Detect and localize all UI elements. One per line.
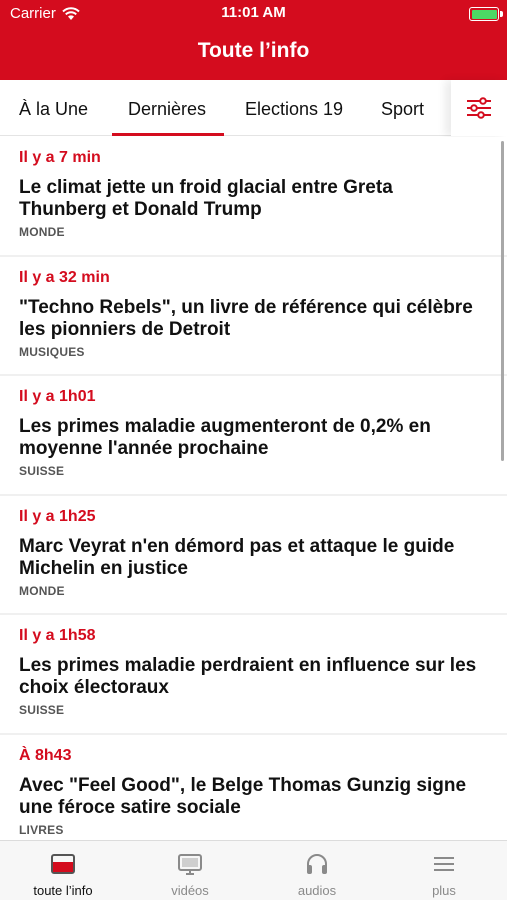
battery-icon	[469, 7, 503, 21]
news-item[interactable]: Il y a 1h25 Marc Veyrat n'en démord pas …	[0, 495, 507, 615]
sliders-icon	[467, 97, 491, 119]
news-item[interactable]: À 8h43 Avec "Feel Good", le Belge Thomas…	[0, 734, 507, 840]
news-title: Le climat jette un froid glacial entre G…	[19, 177, 393, 220]
news-list[interactable]: Il y a 7 min Le climat jette un froid gl…	[0, 137, 507, 840]
news-time: Il y a 1h01	[19, 388, 96, 405]
news-title: Les primes maladie augmenteront de 0,2% …	[19, 416, 431, 459]
news-time: Il y a 32 min	[19, 268, 110, 286]
news-category: MONDE	[19, 583, 65, 598]
tab-elections-19[interactable]: Elections 19	[245, 80, 343, 136]
nav-label: toute l’info	[33, 883, 93, 898]
tab-sport[interactable]: Sport	[381, 80, 424, 136]
nav-toute-info[interactable]: toute l’info	[0, 841, 126, 900]
nav-label: plus	[432, 883, 456, 898]
news-time: Il y a 1h58	[19, 627, 96, 644]
nav-label: vidéos	[171, 883, 209, 898]
news-item[interactable]: Il y a 1h01 Les primes maladie augmenter…	[0, 376, 507, 496]
nav-plus[interactable]: plus	[381, 841, 507, 900]
news-category: SUISSE	[19, 703, 65, 717]
app-header: Carrier 11:01 AM Toute l’info	[0, 0, 507, 80]
news-item[interactable]: Il y a 7 min Le climat jette un froid gl…	[0, 137, 507, 257]
news-category: SUISSE	[19, 464, 65, 478]
news-title: Les primes maladie perdraient en influen…	[19, 655, 477, 698]
status-time: 11:01 AM	[221, 4, 286, 21]
status-bar: Carrier 11:01 AM	[0, 0, 507, 28]
news-title: Avec "Feel Good", le Belge Thomas Gunzig…	[19, 774, 467, 818]
tv-icon	[178, 854, 202, 875]
scrollbar[interactable]	[501, 141, 504, 461]
nav-audios[interactable]: audios	[254, 841, 380, 900]
news-category: MONDE	[19, 225, 65, 239]
bottom-tab-bar: toute l’info vidéos audios plus	[0, 840, 507, 900]
news-time: Il y a 7 min	[19, 149, 101, 166]
filter-button[interactable]	[451, 80, 507, 136]
news-title: Marc Veyrat n'en démord pas et attaque l…	[19, 535, 455, 579]
news-item[interactable]: Il y a 1h58 Les primes maladie perdraien…	[0, 615, 507, 735]
news-time: Il y a 1h25	[19, 507, 96, 525]
nav-label: audios	[297, 883, 337, 898]
nav-videos[interactable]: vidéos	[127, 841, 253, 900]
tab-a-la-une[interactable]: À la Une	[19, 80, 88, 136]
page-title: Toute l’info	[197, 39, 310, 62]
news-item[interactable]: Il y a 32 min "Techno Rebels", un livre …	[0, 256, 507, 376]
news-category: MUSIQUES	[19, 344, 85, 359]
news-category: LIVRES	[19, 822, 64, 837]
news-time: À 8h43	[19, 746, 72, 764]
news-title: "Techno Rebels", un livre de référence q…	[19, 296, 473, 340]
news-icon	[51, 854, 75, 874]
menu-icon	[434, 857, 454, 871]
headphones-icon	[307, 854, 327, 874]
tab-dernieres[interactable]: Dernières	[111, 80, 225, 136]
category-tabs: À la Une Dernières Elections 19 Sport	[0, 80, 507, 136]
